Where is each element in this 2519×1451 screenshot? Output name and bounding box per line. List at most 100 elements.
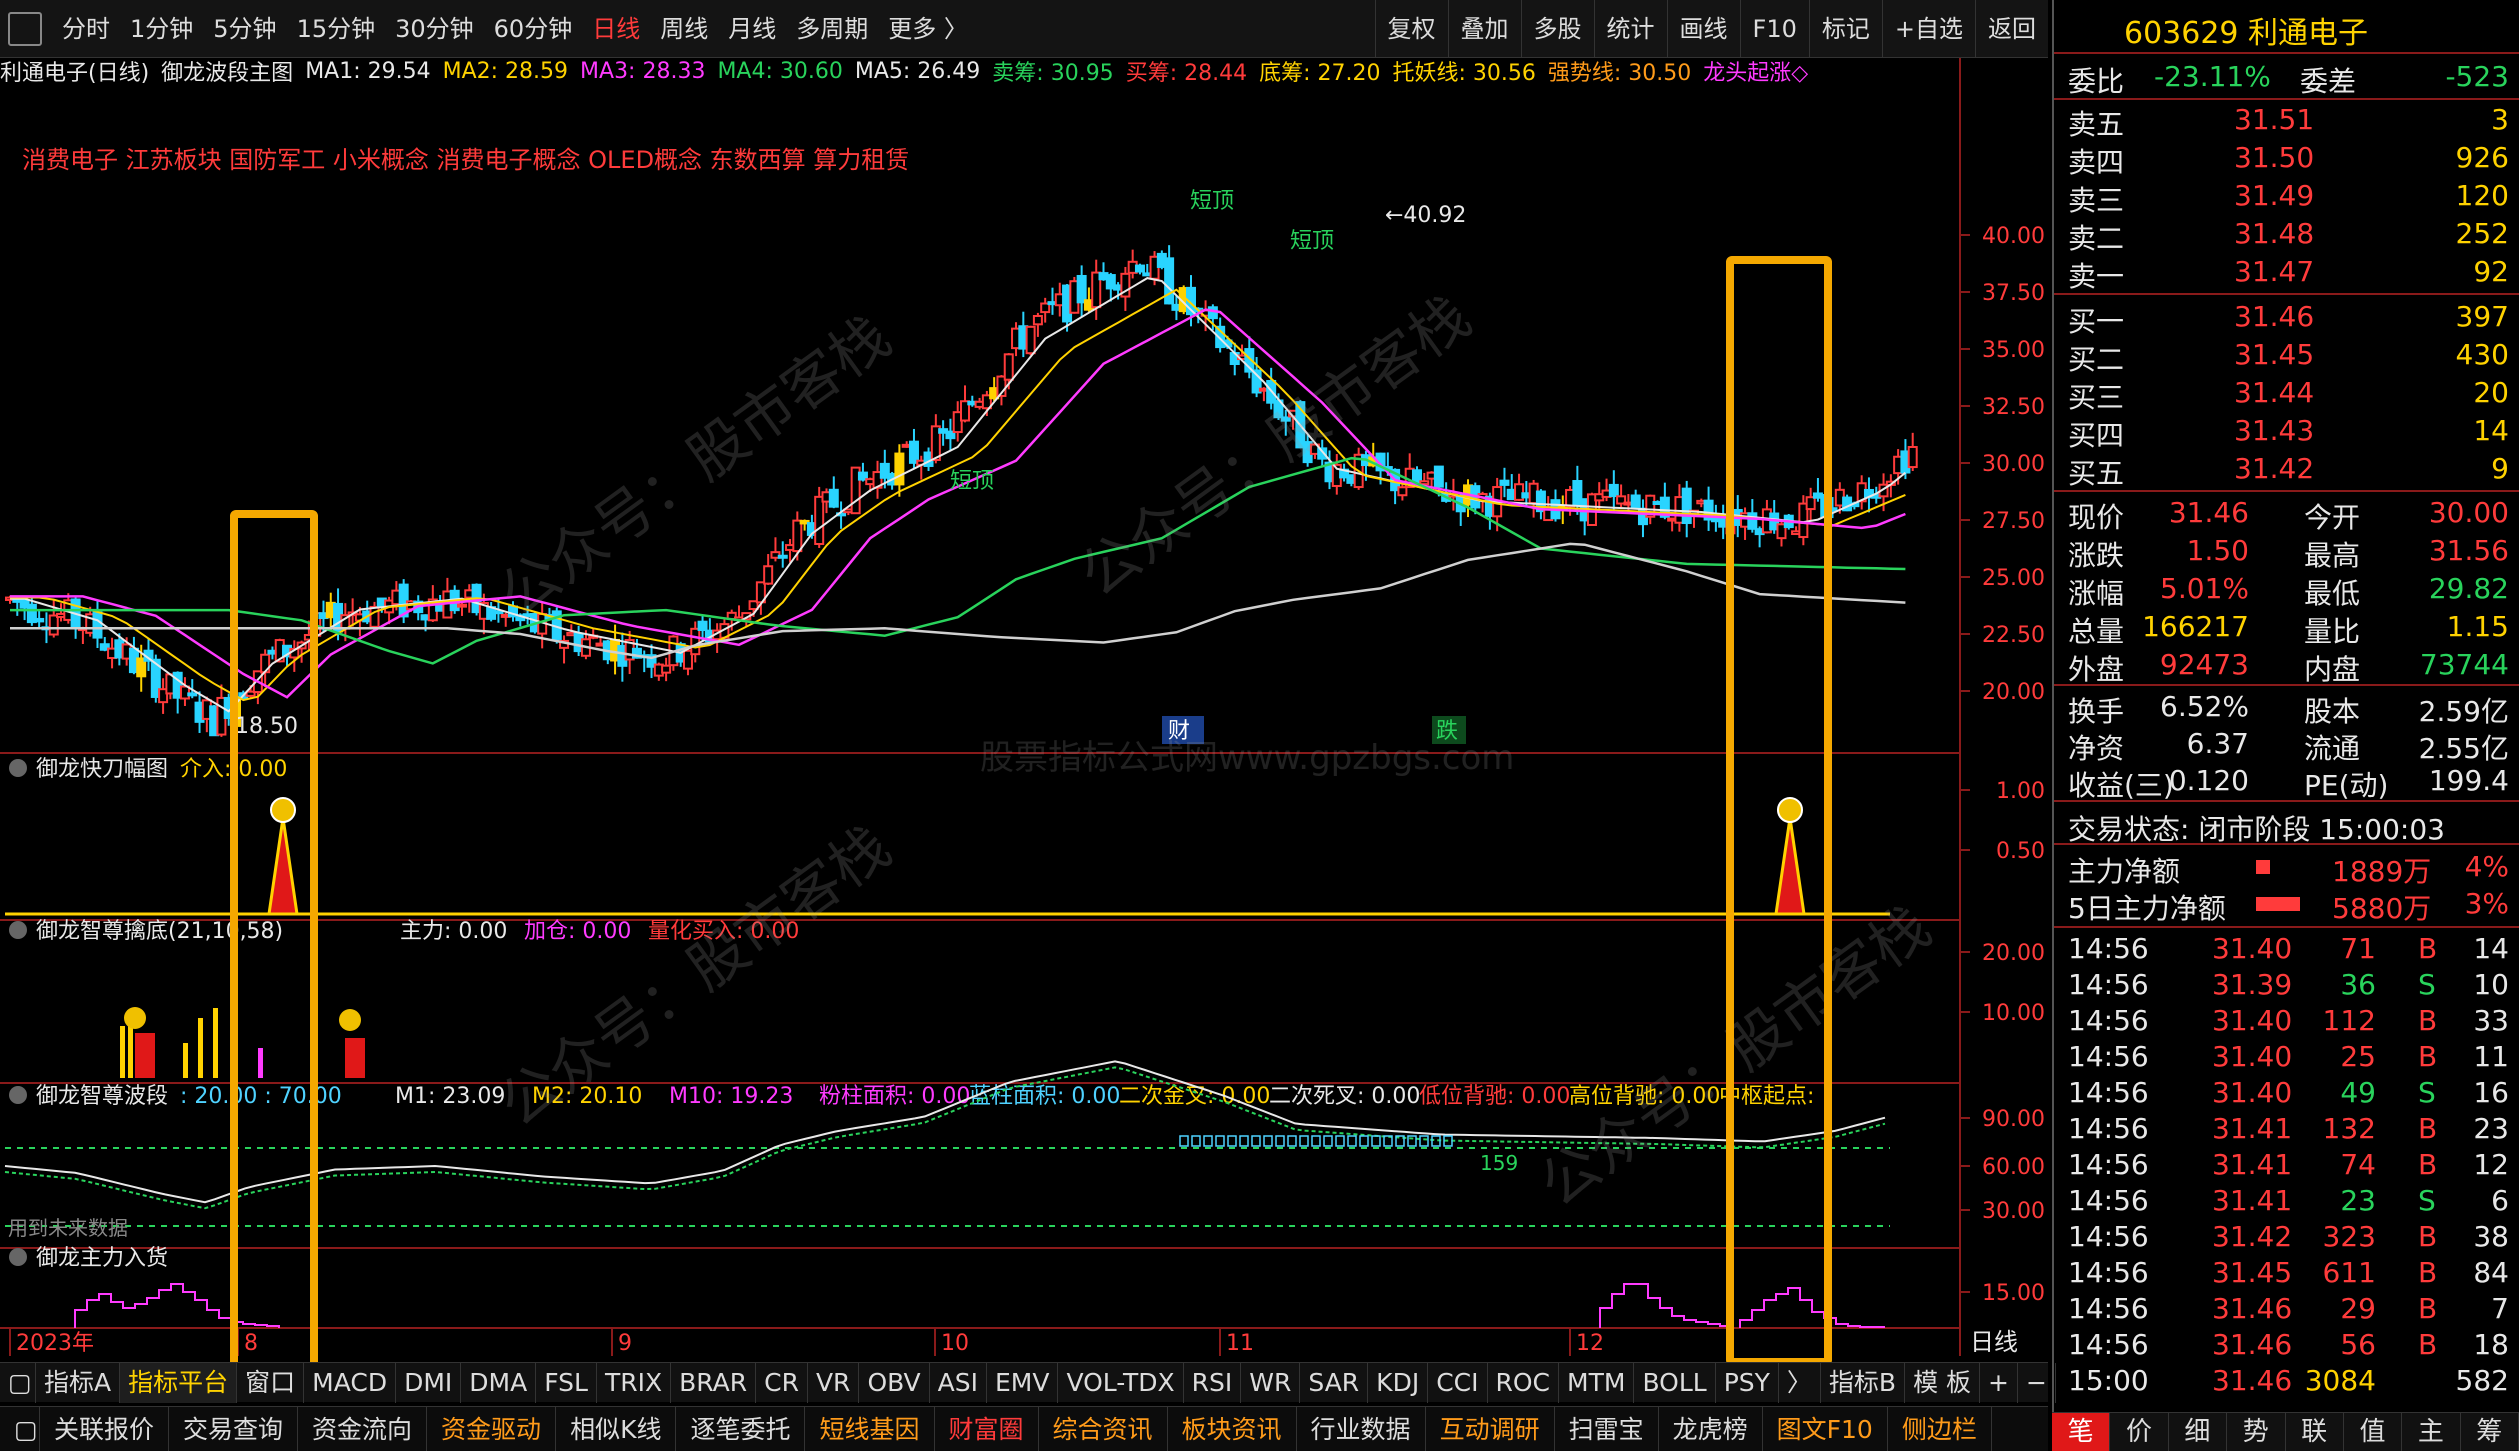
panel-value: M2: 20.10 (532, 1084, 642, 1109)
stat-label: 总量 (2068, 615, 2125, 648)
panel-value: 加仓: 0.00 (524, 919, 631, 944)
func-button-8[interactable]: 综合资讯 (1039, 1406, 1168, 1451)
tool-button-3[interactable]: 统计 (1593, 0, 1667, 58)
candle-body (1134, 264, 1145, 273)
indicator-tab-8[interactable]: BRAR (671, 1362, 757, 1403)
func-button-6[interactable]: 短线基因 (805, 1406, 935, 1451)
indicator-tab-24[interactable]: 〉 (1779, 1362, 1821, 1403)
period-9[interactable]: 多周期 (786, 0, 878, 58)
formula-name[interactable]: 御龙波段主图 (161, 58, 293, 84)
tick-count: 582 (2455, 1364, 2509, 1397)
candle-body (493, 610, 504, 615)
tick-row: 14:56 31.46 29 B 7 (2054, 1292, 2519, 1329)
indicator-tab-15[interactable]: RSI (1184, 1362, 1242, 1403)
bottom-signal-bar (198, 1018, 203, 1078)
func-button-3[interactable]: 资金驱动 (427, 1406, 557, 1451)
func-button-7[interactable]: 财富圈 (935, 1406, 1039, 1451)
period-10[interactable]: 更多 〉 (878, 0, 978, 58)
indicator-tab-17[interactable]: SAR (1300, 1362, 1369, 1403)
indicator-tab-22[interactable]: BOLL (1634, 1362, 1716, 1403)
tool-button-1[interactable]: 叠加 (1447, 0, 1521, 58)
indicator-tab-19[interactable]: CCI (1428, 1362, 1488, 1403)
period-3[interactable]: 15分钟 (287, 0, 386, 58)
period-8[interactable]: 月线 (718, 0, 786, 58)
quote-tab-1[interactable]: 价 (2110, 1413, 2169, 1451)
quote-tab-2[interactable]: 细 (2169, 1413, 2228, 1451)
period-2[interactable]: 5分钟 (203, 0, 286, 58)
func-button-1[interactable]: 交易查询 (169, 1406, 299, 1451)
candle-body (1608, 483, 1619, 498)
indicator-tab-10[interactable]: VR (808, 1362, 860, 1403)
fin-row: 收益(三) 0.120 PE(动) 199.4 (2054, 764, 2519, 802)
indicator-tab-4[interactable]: DMI (396, 1362, 462, 1403)
indicator-tab-0[interactable]: 指标A (36, 1362, 121, 1403)
tool-button-4[interactable]: 画线 (1666, 0, 1740, 58)
tool-button-0[interactable]: 复权 (1374, 0, 1448, 58)
funcbar-menu-icon[interactable]: ▢ (0, 1406, 40, 1451)
tool-button-5[interactable]: F10 (1739, 0, 1809, 58)
period-0[interactable]: 分时 (52, 0, 120, 58)
bids-row: 买三 31.44 20 (2054, 376, 2519, 414)
tick-volume: 25 (2340, 1040, 2376, 1073)
quote-tab-7[interactable]: 筹 (2461, 1413, 2519, 1451)
indicator-tab-11[interactable]: OBV (859, 1362, 930, 1403)
tick-time: 14:56 (2068, 1148, 2149, 1181)
indicator-tab-2[interactable]: 窗口 (237, 1362, 305, 1403)
func-button-10[interactable]: 行业数据 (1297, 1406, 1426, 1451)
ma-value-4: MA5: 26.49 (854, 58, 981, 84)
period-1[interactable]: 1分钟 (120, 0, 203, 58)
period-4[interactable]: 30分钟 (385, 0, 484, 58)
quote-tab-3[interactable]: 势 (2227, 1413, 2286, 1451)
func-button-5[interactable]: 逐笔委托 (676, 1406, 806, 1451)
indicator-tab-18[interactable]: KDJ (1368, 1362, 1429, 1403)
tool-button-7[interactable]: +自选 (1881, 0, 1975, 58)
func-button-0[interactable]: 关联报价 (40, 1406, 170, 1451)
tool-button-6[interactable]: 标记 (1808, 0, 1882, 58)
indicator-tab-14[interactable]: VOL-TDX (1058, 1362, 1184, 1403)
candle-body (1397, 486, 1408, 497)
indicator-tab-13[interactable]: EMV (987, 1362, 1059, 1403)
indicator-tab-9[interactable]: CR (756, 1362, 808, 1403)
candle-body (1681, 487, 1692, 525)
asks-row: 卖二 31.48 252 (2054, 217, 2519, 255)
quote-tab-6[interactable]: 主 (2402, 1413, 2461, 1451)
oscillator-bar (1227, 1135, 1237, 1147)
tool-button-2[interactable]: 多股 (1520, 0, 1594, 58)
book-price: 31.45 (2234, 338, 2315, 371)
func-button-11[interactable]: 互动调研 (1426, 1406, 1555, 1451)
tick-price: 31.41 (2212, 1148, 2293, 1181)
func-button-14[interactable]: 图文F10 (1763, 1406, 1888, 1451)
indicator-tab-16[interactable]: WR (1241, 1362, 1301, 1403)
tool-button-8[interactable]: 返回 (1975, 0, 2048, 58)
func-button-2[interactable]: 资金流向 (298, 1406, 428, 1451)
period-7[interactable]: 周线 (650, 0, 718, 58)
tick-volume: 29 (2340, 1292, 2376, 1325)
indicator-tab-right-1[interactable]: 模 板 (1905, 1362, 1981, 1403)
func-button-9[interactable]: 板块资讯 (1168, 1406, 1297, 1451)
period-5[interactable]: 60分钟 (484, 0, 583, 58)
func-button-13[interactable]: 龙虎榜 (1659, 1406, 1763, 1451)
quote-tab-5[interactable]: 值 (2344, 1413, 2403, 1451)
quote-tab-4[interactable]: 联 (2286, 1413, 2344, 1451)
quote-tab-0[interactable]: 笔 (2052, 1413, 2111, 1451)
indicator-tab-right-0[interactable]: 指标B (1821, 1362, 1906, 1403)
indicator-tab-20[interactable]: ROC (1488, 1362, 1560, 1403)
indicator-tab-3[interactable]: MACD (304, 1362, 397, 1403)
period-6[interactable]: 日线 (582, 0, 650, 58)
stock-period-label: 利通电子(日线) (0, 61, 150, 84)
window-menu-icon[interactable] (8, 11, 42, 46)
tabbar-menu-icon[interactable]: ▢ (0, 1362, 36, 1403)
func-button-15[interactable]: 侧边栏 (1888, 1406, 1992, 1451)
indicator-tab-1[interactable]: 指标平台 (120, 1362, 238, 1403)
indicator-tab-5[interactable]: DMA (461, 1362, 537, 1403)
indicator-tab-21[interactable]: MTM (1559, 1362, 1635, 1403)
indicator-tab-right-2[interactable]: + (1980, 1362, 2018, 1403)
func-button-4[interactable]: 相似K线 (556, 1406, 677, 1451)
indicator-tab-6[interactable]: FSL (536, 1362, 597, 1403)
indicator-tab-7[interactable]: TRIX (597, 1362, 672, 1403)
tick-price: 31.40 (2212, 932, 2293, 965)
func-button-12[interactable]: 扫雷宝 (1555, 1406, 1659, 1451)
indicator-tab-23[interactable]: PSY (1716, 1362, 1779, 1403)
indicator-tab-right-3[interactable]: − (2018, 1362, 2056, 1403)
indicator-tab-12[interactable]: ASI (930, 1362, 987, 1403)
